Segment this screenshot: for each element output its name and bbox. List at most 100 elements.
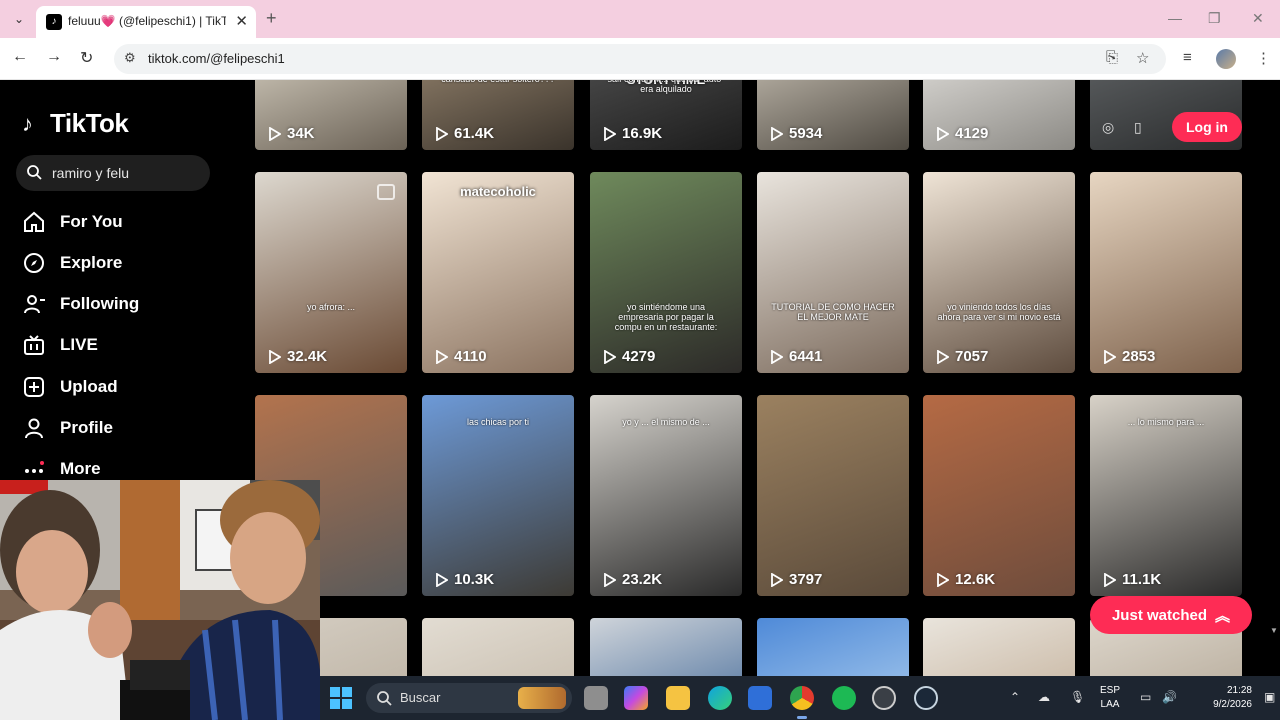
video-card[interactable]: [757, 618, 909, 682]
nav-following[interactable]: Following: [22, 289, 139, 319]
search-highlight-image: [518, 687, 566, 709]
video-card[interactable]: [422, 618, 574, 682]
bookmark-star-icon[interactable]: ☆: [1136, 49, 1149, 67]
spotify-icon[interactable]: [832, 686, 856, 710]
search-input[interactable]: ramiro y felu: [16, 155, 210, 191]
video-card[interactable]: 3797: [757, 395, 909, 596]
steam-icon[interactable]: [914, 686, 938, 710]
view-count: 4279: [604, 348, 655, 365]
forward-arrow-icon[interactable]: →: [46, 48, 62, 66]
active-tab[interactable]: ♪ feluuu💗 (@felipeschi1) | TikTok ✕: [36, 6, 256, 38]
browser-tabstrip: ⌄ ♪ feluuu💗 (@felipeschi1) | TikTok ✕ + …: [0, 0, 1280, 38]
nav-live[interactable]: LIVE: [22, 330, 98, 360]
video-card[interactable]: cansado de estar soltero??? 61.4K: [422, 80, 574, 150]
compass-small-icon[interactable]: ◎: [1102, 119, 1114, 136]
profile-icon: [25, 418, 43, 439]
just-watched-button[interactable]: Just watched ︽: [1090, 596, 1252, 634]
video-caption: cansado de estar soltero???: [436, 80, 560, 84]
taskbar-search-icon: [377, 691, 392, 706]
video-card[interactable]: 12.6K: [923, 395, 1075, 596]
nav-profile[interactable]: Profile: [22, 413, 113, 443]
tiktok-favicon-icon: ♪: [46, 14, 62, 30]
video-caption: yo sintiéndome una empresaria por pagar …: [614, 302, 718, 332]
login-button[interactable]: Log in: [1172, 112, 1242, 142]
video-card[interactable]: 4129: [923, 80, 1075, 150]
video-card[interactable]: 2853: [1090, 172, 1242, 373]
webcam-overlay: [0, 480, 320, 720]
video-card[interactable]: yo y ... el mismo de ... 23.2K: [590, 395, 742, 596]
video-card[interactable]: 34K: [255, 80, 407, 150]
edge-icon[interactable]: [708, 686, 732, 710]
tray-chevron-icon[interactable]: ⌃: [1010, 690, 1020, 704]
address-bar[interactable]: ⚙ tiktok.com/@felipeschi1 ⎘ ☆: [114, 44, 1166, 74]
back-arrow-icon[interactable]: ←: [12, 48, 28, 66]
cloud-icon[interactable]: ☁: [1038, 690, 1050, 704]
video-card[interactable]: 5934: [757, 80, 909, 150]
media-controls-icon[interactable]: ≡: [1183, 49, 1192, 66]
window-close-button[interactable]: ✕: [1252, 10, 1264, 27]
minimize-button[interactable]: —: [1168, 10, 1182, 26]
play-icon: [269, 349, 281, 364]
new-tab-button[interactable]: +: [266, 8, 277, 29]
video-caption-title: matecoholic: [460, 184, 536, 199]
obs-icon[interactable]: [872, 686, 896, 710]
tiktok-sidebar: ♪ TikTok ramiro y felu For You Explore F…: [0, 80, 240, 480]
tiktok-logo[interactable]: ♪ TikTok: [22, 108, 129, 139]
video-caption: TUTORIAL DE COMO HACER EL MEJOR MATE: [771, 302, 895, 322]
view-count: 7057: [937, 348, 988, 365]
network-icon[interactable]: ▭: [1140, 690, 1151, 704]
nav-for-you[interactable]: For You: [22, 207, 123, 237]
video-card[interactable]: yo viniendo todos los días ahora para ve…: [923, 172, 1075, 373]
store-icon[interactable]: [748, 686, 772, 710]
microphone-icon[interactable]: 🎙: [1070, 690, 1085, 704]
taskbar-search[interactable]: Buscar: [366, 683, 572, 713]
play-icon: [604, 572, 616, 587]
install-app-icon[interactable]: ⎘: [1106, 49, 1118, 66]
tab-search-button[interactable]: ⌄: [8, 8, 30, 30]
language-indicator[interactable]: ESP LAA: [1100, 684, 1120, 712]
play-icon: [269, 126, 281, 141]
restore-button[interactable]: ❐: [1208, 10, 1221, 27]
video-caption: ... lo mismo para ...: [1127, 417, 1205, 427]
video-caption: yo y ... el mismo de ...: [622, 417, 710, 427]
scroll-down-arrow-icon[interactable]: ▼: [1270, 626, 1278, 635]
view-count: 12.6K: [937, 571, 995, 588]
file-explorer-icon[interactable]: [666, 686, 690, 710]
video-card[interactable]: ... lo mismo para ... 11.1K: [1090, 395, 1242, 596]
m365-icon[interactable]: [624, 686, 648, 710]
notification-icon[interactable]: ▣: [1264, 690, 1275, 704]
volume-icon[interactable]: 🔊: [1162, 690, 1177, 704]
tab-close-icon[interactable]: ✕: [235, 12, 248, 30]
play-icon: [1104, 572, 1116, 587]
video-card[interactable]: yo afrora: ... 32.4K: [255, 172, 407, 373]
play-icon: [771, 572, 783, 587]
task-view-icon[interactable]: [584, 686, 608, 710]
nav-upload[interactable]: Upload: [22, 372, 118, 402]
tab-title: feluuu💗 (@felipeschi1) | TikTok: [68, 14, 226, 28]
scrollbar[interactable]: [1268, 80, 1280, 682]
play-icon: [937, 572, 949, 587]
profile-avatar[interactable]: [1216, 49, 1236, 69]
video-card[interactable]: STORY TIMEsalí con un m... que su "auto"…: [590, 80, 742, 150]
video-card[interactable]: yo sintiéndome una empresaria por pagar …: [590, 172, 742, 373]
clock[interactable]: 21:28 9/2/2026: [1202, 684, 1252, 712]
device-icon[interactable]: ▯: [1134, 119, 1142, 136]
video-card[interactable]: [923, 618, 1075, 682]
following-icon: [24, 295, 45, 314]
video-card[interactable]: matecoholic 4110: [422, 172, 574, 373]
video-card[interactable]: las chicas por ti 10.3K: [422, 395, 574, 596]
view-count: 23.2K: [604, 571, 662, 588]
windows-start-icon[interactable]: [330, 687, 352, 709]
nav-explore[interactable]: Explore: [22, 248, 122, 278]
view-count: 2853: [1104, 348, 1155, 365]
reload-icon[interactable]: ↻: [80, 48, 93, 68]
play-icon: [436, 572, 448, 587]
site-info-icon[interactable]: ⚙: [124, 50, 136, 66]
view-count: 61.4K: [436, 125, 494, 142]
video-card[interactable]: [590, 618, 742, 682]
video-card[interactable]: TUTORIAL DE COMO HACER EL MEJOR MATE 6441: [757, 172, 909, 373]
play-icon: [937, 126, 949, 141]
chrome-icon[interactable]: [790, 686, 814, 710]
webcam-feed-image: [0, 480, 320, 720]
chrome-menu-icon[interactable]: ⋮: [1256, 49, 1271, 67]
